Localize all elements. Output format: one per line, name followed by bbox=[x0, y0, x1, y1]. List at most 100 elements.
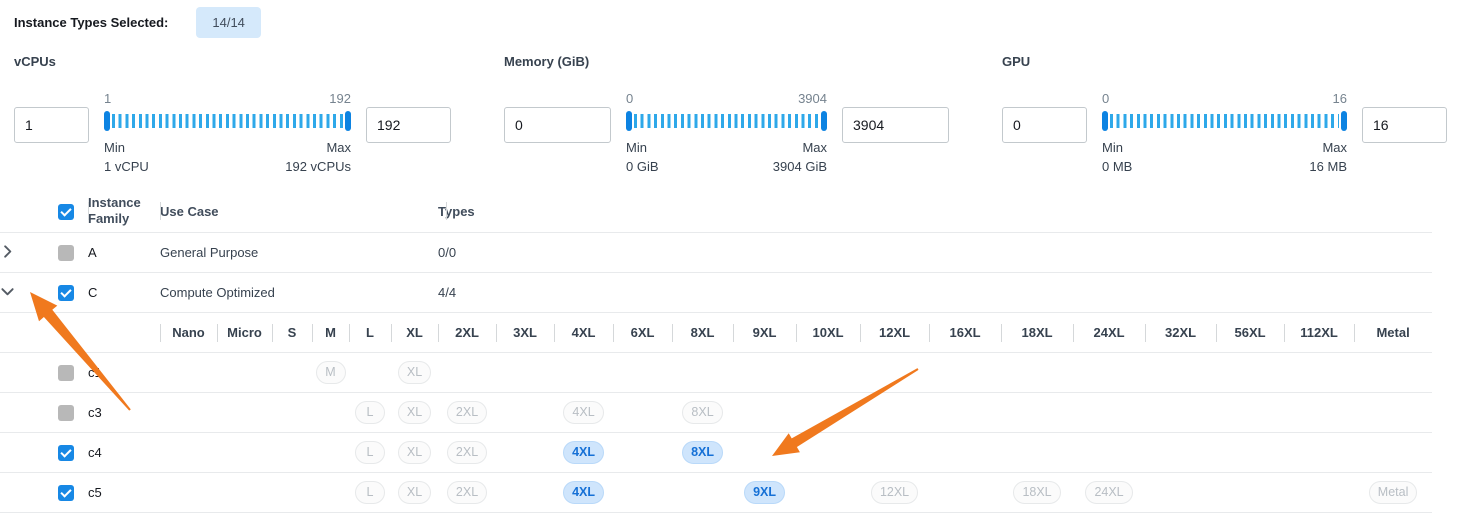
size-badge-c5-2xl[interactable]: 2XL bbox=[447, 481, 487, 504]
column-header-types: Types bbox=[438, 191, 1432, 233]
size-badge-c5-xl[interactable]: XL bbox=[398, 481, 431, 504]
vcpus-slider-max-handle[interactable] bbox=[345, 111, 351, 131]
instance-row-c5: c5LXL2XL4XL9XL12XL18XL24XLMetal bbox=[0, 473, 1432, 513]
size-badge-c1-m[interactable]: M bbox=[316, 361, 346, 384]
size-badge-c3-4xl[interactable]: 4XL bbox=[563, 401, 603, 424]
size-badge-c1-xl[interactable]: XL bbox=[398, 361, 431, 384]
sizes-header-row: NanoMicroSMLXL2XL3XL4XL6XL8XL9XL10XL12XL… bbox=[0, 313, 1432, 353]
topbar: Instance Types Selected: 14/14 bbox=[0, 0, 1457, 38]
size-column-xl: XL bbox=[391, 313, 438, 353]
size-column-12xl: 12XL bbox=[860, 313, 929, 353]
gpu-max-caption: Max bbox=[1309, 139, 1347, 158]
gpu-slider-max-handle[interactable] bbox=[1341, 111, 1347, 131]
size-badge-c4-4xl[interactable]: 4XL bbox=[563, 441, 604, 464]
size-column-6xl: 6XL bbox=[613, 313, 672, 353]
memory-min-input[interactable] bbox=[504, 107, 611, 143]
gpu-slider-track bbox=[1102, 111, 1347, 131]
size-column-m: M bbox=[312, 313, 349, 353]
instance-checkbox-c1[interactable] bbox=[58, 365, 74, 381]
size-column-24xl: 24XL bbox=[1073, 313, 1145, 353]
vcpus-slider-min-handle[interactable] bbox=[104, 111, 110, 131]
size-column-10xl: 10XL bbox=[796, 313, 860, 353]
gpu-min-input[interactable] bbox=[1002, 107, 1087, 143]
instance-row-c1: c1MXL bbox=[0, 353, 1432, 393]
filter-vcpus: vCPUs 1 192 Min 1 vCPU bbox=[14, 54, 451, 177]
memory-min-detail: 0 GiB bbox=[626, 158, 659, 177]
vcpus-range-max-label: 192 bbox=[329, 91, 351, 107]
column-header-instance-family: Instance Family bbox=[88, 191, 160, 233]
size-badge-c5-metal[interactable]: Metal bbox=[1369, 481, 1418, 504]
gpu-min-detail: 0 MB bbox=[1102, 158, 1132, 177]
use-case: Compute Optimized bbox=[160, 273, 438, 313]
instance-table: Instance FamilyUse CaseTypesAGeneral Pur… bbox=[0, 191, 1432, 513]
size-column-nano: Nano bbox=[160, 313, 217, 353]
size-badge-c5-4xl[interactable]: 4XL bbox=[563, 481, 604, 504]
size-badge-c4-l[interactable]: L bbox=[355, 441, 385, 464]
gpu-min-caption: Min bbox=[1102, 139, 1132, 158]
size-badge-c3-xl[interactable]: XL bbox=[398, 401, 431, 424]
family-name: C bbox=[88, 273, 160, 313]
size-column-9xl: 9XL bbox=[733, 313, 796, 353]
family-checkbox-a[interactable] bbox=[58, 245, 74, 261]
size-badge-c5-l[interactable]: L bbox=[355, 481, 385, 504]
size-column-micro: Micro bbox=[217, 313, 272, 353]
size-column-s: S bbox=[272, 313, 312, 353]
instance-row-c4: c4LXL2XL4XL8XL bbox=[0, 433, 1432, 473]
size-column-16xl: 16XL bbox=[929, 313, 1001, 353]
gpu-max-input[interactable] bbox=[1362, 107, 1447, 143]
vcpus-max-input[interactable] bbox=[366, 107, 451, 143]
filter-gpu: GPU 0 16 Min 0 MB bbox=[1002, 54, 1447, 177]
vcpus-min-input[interactable] bbox=[14, 107, 89, 143]
size-badge-c4-8xl[interactable]: 8XL bbox=[682, 441, 723, 464]
size-column-32xl: 32XL bbox=[1145, 313, 1216, 353]
instance-checkbox-c5[interactable] bbox=[58, 485, 74, 501]
memory-range-min-label: 0 bbox=[626, 91, 633, 107]
size-badge-c4-xl[interactable]: XL bbox=[398, 441, 431, 464]
size-column-4xl: 4XL bbox=[554, 313, 613, 353]
table-header-row: Instance FamilyUse CaseTypes bbox=[0, 191, 1432, 233]
selected-count-badge: 14/14 bbox=[196, 7, 261, 38]
size-badge-c5-24xl[interactable]: 24XL bbox=[1085, 481, 1132, 504]
vcpus-slider-track bbox=[104, 111, 351, 131]
memory-slider-max-handle[interactable] bbox=[821, 111, 827, 131]
size-badge-c3-l[interactable]: L bbox=[355, 401, 385, 424]
vcpus-slider-ticks bbox=[112, 114, 343, 128]
select-all-checkbox[interactable] bbox=[58, 204, 74, 220]
size-column-18xl: 18XL bbox=[1001, 313, 1073, 353]
size-badge-c5-9xl[interactable]: 9XL bbox=[744, 481, 785, 504]
size-badge-c3-2xl[interactable]: 2XL bbox=[447, 401, 487, 424]
family-checkbox-c[interactable] bbox=[58, 285, 74, 301]
gpu-range-max-label: 16 bbox=[1333, 91, 1347, 107]
gpu-title: GPU bbox=[1002, 54, 1447, 69]
memory-max-detail: 3904 GiB bbox=[773, 158, 827, 177]
memory-title: Memory (GiB) bbox=[504, 54, 949, 69]
size-column-metal: Metal bbox=[1354, 313, 1432, 353]
size-column-56xl: 56XL bbox=[1216, 313, 1284, 353]
size-badge-c5-18xl[interactable]: 18XL bbox=[1013, 481, 1060, 504]
filter-memory: Memory (GiB) 0 3904 Min 0 GiB bbox=[504, 54, 949, 177]
size-column-8xl: 8XL bbox=[672, 313, 733, 353]
memory-max-caption: Max bbox=[773, 139, 827, 158]
filters-row: vCPUs 1 192 Min 1 vCPU bbox=[0, 54, 1457, 177]
size-column-3xl: 3XL bbox=[496, 313, 554, 353]
size-badge-c5-12xl[interactable]: 12XL bbox=[871, 481, 918, 504]
size-badge-c3-8xl[interactable]: 8XL bbox=[682, 401, 722, 424]
memory-slider: 0 3904 Min 0 GiB Max 3904 GiB bbox=[626, 91, 827, 177]
instance-name: c3 bbox=[88, 393, 160, 433]
types-count: 4/4 bbox=[438, 273, 1432, 313]
expand-chevron-icon[interactable] bbox=[0, 244, 15, 259]
instance-checkbox-c3[interactable] bbox=[58, 405, 74, 421]
instance-checkbox-c4[interactable] bbox=[58, 445, 74, 461]
size-badge-c4-2xl[interactable]: 2XL bbox=[447, 441, 487, 464]
instance-types-selected-label: Instance Types Selected: bbox=[14, 15, 168, 30]
memory-max-input[interactable] bbox=[842, 107, 949, 143]
size-column-112xl: 112XL bbox=[1284, 313, 1354, 353]
memory-slider-min-handle[interactable] bbox=[626, 111, 632, 131]
vcpus-range-min-label: 1 bbox=[104, 91, 111, 107]
collapse-chevron-icon[interactable] bbox=[0, 284, 15, 299]
family-name: A bbox=[88, 233, 160, 273]
gpu-slider-ticks bbox=[1110, 114, 1339, 128]
gpu-slider-min-handle[interactable] bbox=[1102, 111, 1108, 131]
vcpus-max-detail: 192 vCPUs bbox=[285, 158, 351, 177]
memory-range-max-label: 3904 bbox=[798, 91, 827, 107]
